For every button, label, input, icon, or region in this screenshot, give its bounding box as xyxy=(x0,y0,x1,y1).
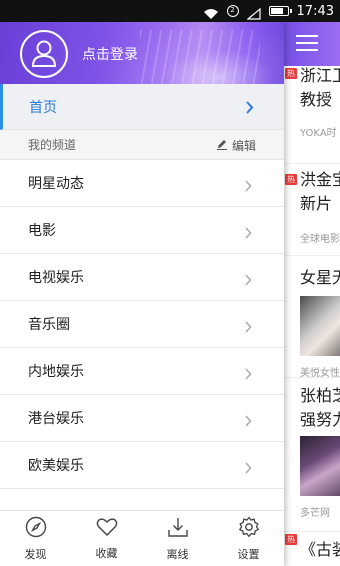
news-thumbnail xyxy=(300,296,340,356)
nav-label: 发现 xyxy=(24,547,47,561)
news-title: 强努力 xyxy=(300,410,340,429)
wifi-icon xyxy=(203,5,219,19)
channel-label: 港台娱乐 xyxy=(28,411,84,427)
news-item[interactable]: 女星无 美悦女性 xyxy=(284,256,340,379)
chevron-right-icon xyxy=(245,459,252,478)
channel-label: 音乐圈 xyxy=(28,317,70,333)
news-item[interactable]: 张柏芝 强努力 多芒网 xyxy=(284,378,340,532)
news-item[interactable]: 热 浙江卫 教授 YOKA时 xyxy=(284,66,340,164)
feed-header xyxy=(284,22,340,66)
news-source: 多芒网 xyxy=(300,508,330,519)
chevron-right-icon xyxy=(245,224,252,243)
news-title: 新片 xyxy=(300,194,333,213)
hot-badge: 热 xyxy=(285,174,297,185)
news-title: 女星无 xyxy=(300,268,340,287)
channel-item[interactable]: 音乐圈 xyxy=(0,301,284,348)
feed-panel: 热 浙江卫 教授 YOKA时 热 洪金宝 新片 全球电影 女星无 美悦女性 张柏… xyxy=(284,22,340,566)
chevron-right-icon xyxy=(245,177,252,196)
drawer-item-home[interactable]: 首页 xyxy=(0,84,284,130)
news-item[interactable]: 热 《古装 xyxy=(284,532,340,566)
status-bar: 2 17:43 xyxy=(0,0,340,22)
nav-label: 离线 xyxy=(166,547,189,561)
nav-label: 收藏 xyxy=(95,546,118,560)
profile-header[interactable]: 点击登录 xyxy=(0,22,284,84)
status-time: 17:43 xyxy=(296,3,334,19)
channel-item[interactable]: 明星动态 xyxy=(0,160,284,207)
news-title: 洪金宝 xyxy=(300,170,340,189)
nav-discover[interactable]: 发现 xyxy=(0,511,71,566)
news-title: 教授 xyxy=(300,90,333,109)
channel-label: 电影 xyxy=(28,223,56,239)
news-source: YOKA时 xyxy=(300,128,337,139)
section-title: 我的频道 xyxy=(28,138,77,152)
nav-drawer: 点击登录 首页 我的频道 编辑 明星动态 电影 电视娱乐 音乐圈 内地娱乐 港台… xyxy=(0,22,284,566)
channel-item[interactable]: 电视娱乐 xyxy=(0,254,284,301)
nav-label: 设置 xyxy=(237,547,260,561)
chevron-right-icon xyxy=(245,365,252,384)
channels-section-header: 我的频道 编辑 xyxy=(0,130,284,160)
bottom-nav: 发现 收藏 离线 设置 xyxy=(0,510,284,566)
news-title: 张柏芝 xyxy=(300,386,340,405)
sim-icon: 2 xyxy=(226,5,239,17)
news-source: 全球电影 xyxy=(300,234,340,245)
signal-icon xyxy=(245,5,261,20)
news-item[interactable]: 热 洪金宝 新片 全球电影 xyxy=(284,164,340,256)
nav-favorites[interactable]: 收藏 xyxy=(71,511,142,566)
heart-icon xyxy=(96,517,118,541)
menu-icon[interactable] xyxy=(296,35,318,53)
chevron-right-icon xyxy=(245,412,252,431)
channel-label: 明星动态 xyxy=(28,176,84,192)
chevron-right-icon xyxy=(246,99,254,118)
gear-icon xyxy=(238,515,260,542)
chevron-right-icon xyxy=(245,271,252,290)
channel-label: 电视娱乐 xyxy=(28,270,84,286)
edit-channels-button[interactable]: 编辑 xyxy=(216,137,256,154)
news-title: 浙江卫 xyxy=(300,66,340,85)
edit-label: 编辑 xyxy=(231,139,256,153)
login-link[interactable]: 点击登录 xyxy=(82,44,138,64)
hot-badge: 热 xyxy=(285,68,297,79)
news-thumbnail xyxy=(300,436,340,496)
channel-item[interactable]: 电影 xyxy=(0,207,284,254)
news-source: 美悦女性 xyxy=(300,368,340,379)
channel-item[interactable]: 港台娱乐 xyxy=(0,395,284,442)
pencil-icon xyxy=(216,138,228,153)
channel-label: 内地娱乐 xyxy=(28,364,84,380)
drawer-item-label: 首页 xyxy=(29,99,57,116)
hot-badge: 热 xyxy=(285,534,297,545)
nav-settings[interactable]: 设置 xyxy=(213,511,284,566)
nav-offline[interactable]: 离线 xyxy=(142,511,213,566)
download-icon xyxy=(167,516,189,542)
channel-item[interactable]: 欧美娱乐 xyxy=(0,442,284,489)
news-title: 《古装 xyxy=(300,540,340,559)
channel-label: 欧美娱乐 xyxy=(28,458,84,474)
chevron-right-icon xyxy=(245,318,252,337)
channel-item[interactable]: 内地娱乐 xyxy=(0,348,284,395)
avatar[interactable] xyxy=(20,30,68,78)
compass-icon xyxy=(25,516,47,542)
battery-icon xyxy=(268,6,292,16)
